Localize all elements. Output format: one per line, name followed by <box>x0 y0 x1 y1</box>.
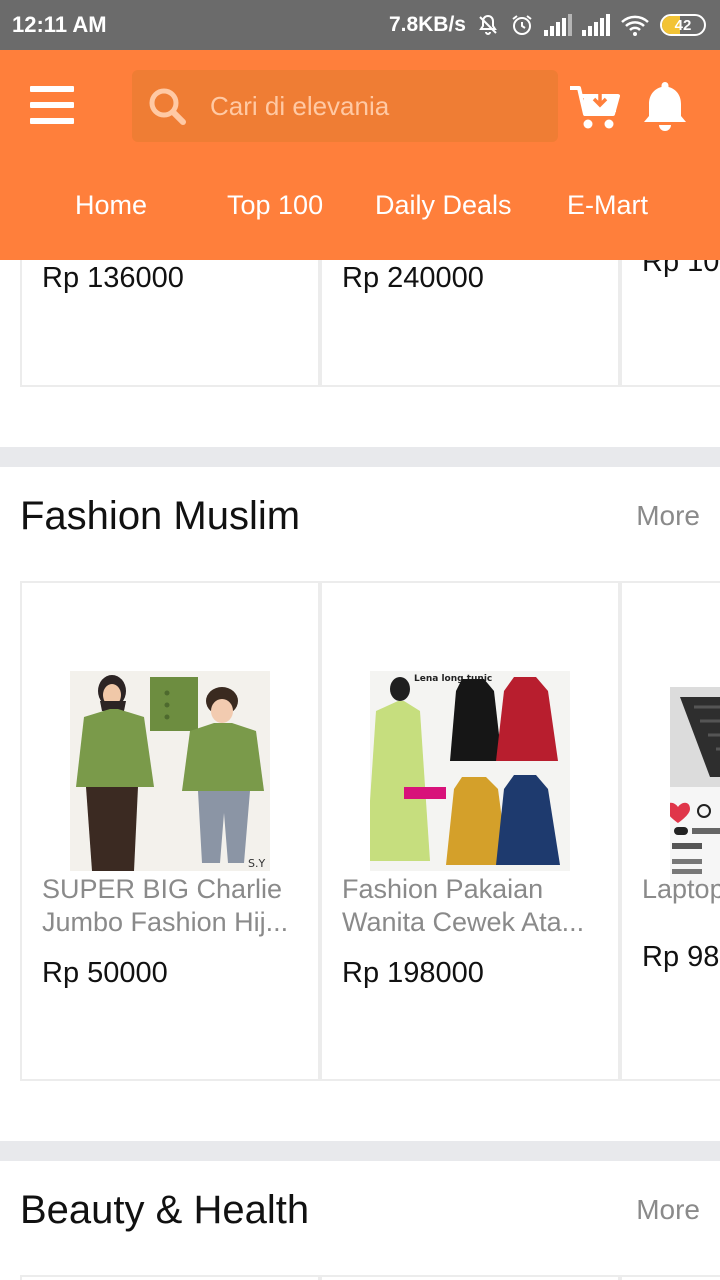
product-card[interactable]: S.Y SUPER BIG Charlie Jumbo Fashion Hij.… <box>20 581 320 1081</box>
signal-icon-2 <box>582 14 610 36</box>
product-image: Lena long tunic <box>370 671 570 871</box>
search-input[interactable] <box>210 90 530 122</box>
product-price: Rp 50000 <box>42 957 168 989</box>
search-bar[interactable] <box>132 70 558 142</box>
section-title: Fashion Muslim <box>20 494 301 538</box>
product-card[interactable] <box>320 1275 620 1280</box>
muted-bell-icon <box>479 14 497 35</box>
network-speed: 7.8KB/s <box>388 13 466 36</box>
product-price: Rp 240000 <box>342 262 484 294</box>
product-title: SUPER BIG Charlie Jumbo Fashion Hij... <box>42 874 289 937</box>
product-card[interactable] <box>20 1275 320 1280</box>
battery-icon: 42 <box>660 14 706 36</box>
section-divider <box>0 447 720 467</box>
menu-button[interactable] <box>30 86 74 124</box>
more-link[interactable]: More <box>636 500 700 532</box>
tab-e-mart[interactable]: E-Mart <box>567 190 648 221</box>
notification-bell-icon[interactable] <box>640 80 690 132</box>
product-card[interactable]: Laptop Rp 98 <box>620 581 720 1081</box>
alarm-icon <box>512 15 532 35</box>
more-link[interactable]: More <box>636 1194 700 1226</box>
nav-tabs: Home Top 100 Daily Deals E-Mart <box>0 190 720 234</box>
product-card[interactable] <box>620 1275 720 1280</box>
hamburger-icon <box>30 86 74 92</box>
cart-icon[interactable] <box>568 84 620 132</box>
signal-icon <box>544 14 572 36</box>
svg-text:S.Y: S.Y <box>248 857 265 870</box>
section-title: Beauty & Health <box>20 1188 310 1232</box>
status-icons: 7.8KB/s 42 <box>389 10 706 40</box>
status-time: 12:11 AM <box>12 12 107 37</box>
battery-level: 42 <box>674 16 692 34</box>
tab-top-100[interactable]: Top 100 <box>227 190 323 221</box>
product-title: Laptop <box>642 874 720 904</box>
product-image <box>670 687 720 887</box>
app-header: Home Top 100 Daily Deals E-Mart <box>0 50 720 260</box>
product-title: Fashion Pakaian Wanita Cewek Ata... <box>342 874 585 937</box>
product-card[interactable]: Lena long tunic Fashion Pakaian Wanita C… <box>320 581 620 1081</box>
product-price: Rp 198000 <box>342 957 484 989</box>
wifi-icon <box>621 15 649 36</box>
tab-daily-deals[interactable]: Daily Deals <box>375 190 512 221</box>
section-divider <box>0 1141 720 1161</box>
status-bar: 12:11 AM 7.8KB/s 42 <box>0 0 720 50</box>
search-icon <box>149 88 186 125</box>
product-price: Rp 136000 <box>42 262 184 294</box>
product-image: S.Y <box>70 671 270 871</box>
tab-home[interactable]: Home <box>75 190 147 221</box>
product-price: Rp 98 <box>642 941 720 973</box>
